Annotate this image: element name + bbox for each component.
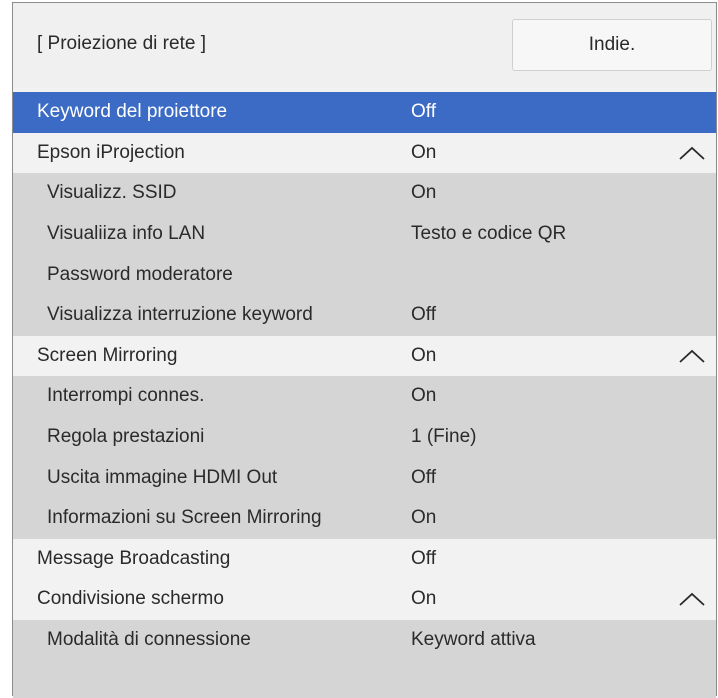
row-interrompi-connes[interactable]: Interrompi connes. On bbox=[13, 376, 716, 417]
row-label: Screen Mirroring bbox=[37, 344, 178, 366]
menu-window: [ Proiezione di rete ] Indie. Keyword de… bbox=[12, 2, 717, 698]
row-value: On bbox=[411, 507, 437, 529]
settings-list: Keyword del proiettore Off Epson iProjec… bbox=[13, 92, 716, 698]
row-label: Condivisione schermo bbox=[37, 588, 224, 610]
row-value: On bbox=[411, 385, 437, 407]
chevron-up-icon[interactable] bbox=[678, 348, 706, 364]
row-label: Epson iProjection bbox=[37, 141, 185, 163]
row-interruzione-keyword[interactable]: Visualizza interruzione keyword Off bbox=[13, 294, 716, 336]
row-value: Off bbox=[411, 547, 436, 569]
row-value: On bbox=[411, 182, 437, 204]
row-label: Keyword del proiettore bbox=[37, 101, 228, 123]
row-message-broadcasting[interactable]: Message Broadcasting Off bbox=[13, 538, 716, 580]
row-value: Off bbox=[411, 101, 436, 123]
row-label: Regola prestazioni bbox=[47, 426, 205, 448]
row-value: 1 (Fine) bbox=[411, 426, 477, 448]
row-label: Interrompi connes. bbox=[47, 385, 205, 407]
row-label: Visualiiza info LAN bbox=[47, 223, 206, 245]
row-condivisione-schermo[interactable]: Condivisione schermo On bbox=[13, 579, 716, 620]
row-epson-iprojection[interactable]: Epson iProjection On bbox=[13, 132, 716, 174]
page-title: [ Proiezione di rete ] bbox=[37, 33, 206, 54]
chevron-up-icon[interactable] bbox=[678, 591, 706, 607]
row-modalita-connessione[interactable]: Modalità di connessione Keyword attiva bbox=[13, 619, 716, 661]
list-footer bbox=[13, 660, 716, 698]
row-value: Testo e codice QR bbox=[411, 223, 567, 245]
row-label: Modalità di connessione bbox=[47, 629, 251, 651]
row-label: Password moderatore bbox=[47, 263, 233, 285]
row-value: On bbox=[411, 141, 437, 163]
row-value: On bbox=[411, 588, 437, 610]
row-regola-prestazioni[interactable]: Regola prestazioni 1 (Fine) bbox=[13, 416, 716, 458]
row-value: Off bbox=[411, 466, 436, 488]
row-info-lan[interactable]: Visualiiza info LAN Testo e codice QR bbox=[13, 213, 716, 255]
row-label: Visualizz. SSID bbox=[47, 182, 177, 204]
row-password-moderatore[interactable]: Password moderatore bbox=[13, 254, 716, 295]
row-value: On bbox=[411, 344, 437, 366]
row-hdmi-out[interactable]: Uscita immagine HDMI Out Off bbox=[13, 457, 716, 498]
row-info-screen-mirroring[interactable]: Informazioni su Screen Mirroring On bbox=[13, 497, 716, 539]
menu-header: [ Proiezione di rete ] Indie. bbox=[13, 3, 716, 88]
row-label: Informazioni su Screen Mirroring bbox=[47, 507, 322, 529]
row-value: Keyword attiva bbox=[411, 629, 536, 651]
row-label: Message Broadcasting bbox=[37, 547, 231, 569]
row-label: Visualizza interruzione keyword bbox=[47, 304, 313, 326]
row-visualizz-ssid[interactable]: Visualizz. SSID On bbox=[13, 173, 716, 214]
row-keyword-proiettore[interactable]: Keyword del proiettore Off bbox=[13, 92, 716, 133]
chevron-up-icon[interactable] bbox=[678, 145, 706, 161]
row-value: Off bbox=[411, 304, 436, 326]
row-label: Uscita immagine HDMI Out bbox=[47, 466, 278, 488]
back-button[interactable]: Indie. bbox=[512, 19, 712, 71]
row-screen-mirroring[interactable]: Screen Mirroring On bbox=[13, 335, 716, 377]
